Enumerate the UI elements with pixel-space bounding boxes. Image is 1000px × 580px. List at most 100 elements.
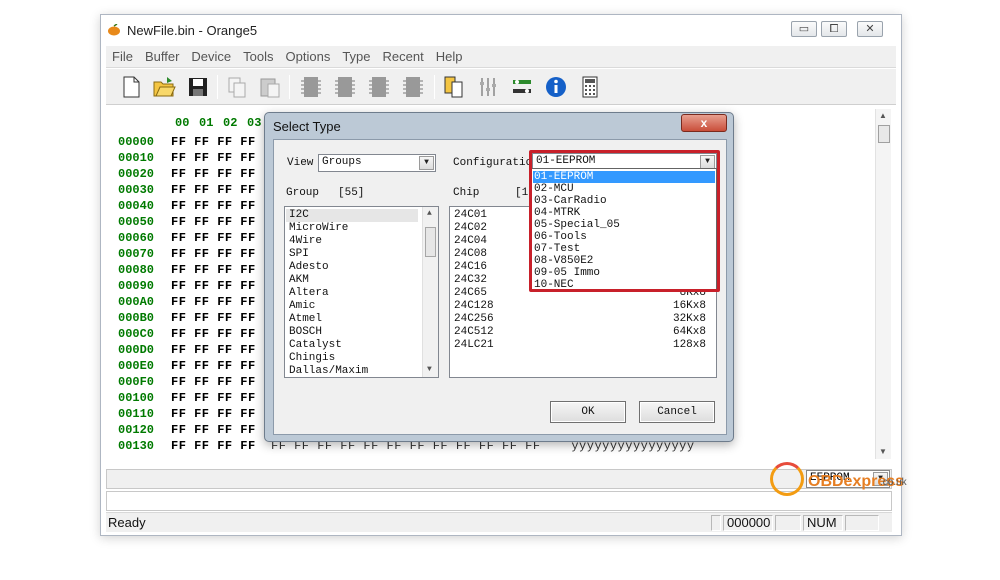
ok-button[interactable]: OK [550,401,626,423]
hex-row-bytes[interactable]: FF FF FF FF [171,359,256,373]
menu-recent[interactable]: Recent [377,46,430,64]
group-label: Group [286,187,320,199]
configuration-label: Configuratio [453,157,533,169]
chip-list-item[interactable]: 24C16 [454,261,487,274]
chip-list-item[interactable]: 24C04 [454,235,487,248]
menu-device[interactable]: Device [185,46,237,64]
menu-type[interactable]: Type [336,46,376,64]
paste-icon[interactable] [257,74,283,100]
group-list-item[interactable]: SPI [289,248,309,261]
hex-row-bytes[interactable]: FF FF FF FF [171,423,256,437]
hex-row-bytes[interactable]: FF FF FF FF [171,183,256,197]
chip-list-item[interactable]: 24C08 [454,248,487,261]
menu-file[interactable]: File [106,46,139,64]
hex-address: 00060 [118,231,155,245]
hex-address: 00070 [118,247,155,261]
obdexpress-logo-icon [770,462,804,496]
group-list-item[interactable]: Atmel [289,313,322,326]
group-list-item[interactable]: Catalyst [289,339,342,352]
group-list-item[interactable]: 4Wire [289,235,322,248]
hex-row-bytes[interactable]: FF FF FF FF [171,151,256,165]
hex-row-bytes[interactable]: FF FF FF FF [171,343,256,357]
menu-buffer[interactable]: Buffer [139,46,185,64]
chevron-down-icon[interactable]: ▼ [419,156,434,170]
group-list-item[interactable]: Adesto [289,261,329,274]
status-text: Ready [108,515,146,530]
hex-address: 00000 [118,135,155,149]
view-select[interactable]: Groups ▼ [318,154,436,172]
scroll-up-arrow[interactable]: ▲ [879,111,887,120]
vertical-scrollbar[interactable]: ▲ ▼ [875,109,891,459]
chip-list-item[interactable]: 24C01 [454,209,487,222]
hex-row-bytes[interactable]: FF FF FF FF [171,215,256,229]
scroll-thumb[interactable] [425,227,436,257]
group-list-item[interactable]: Chingis [289,352,335,365]
menu-tools[interactable]: Tools [237,46,279,64]
chip-label: Chip [453,187,480,199]
hex-row-bytes[interactable]: FF FF FF FF [171,199,256,213]
hex-row-bytes[interactable]: FF FF FF FF [171,167,256,181]
minimize-button[interactable]: ▭ [791,21,817,37]
group-list-item[interactable]: BOSCH [289,326,322,339]
chip-write-icon[interactable] [366,74,392,100]
copy-icon[interactable] [224,74,250,100]
status-offset: 000000 [723,515,773,531]
dialog-close-button[interactable]: x [681,114,727,132]
group-list-item[interactable]: Amic [289,300,315,313]
scroll-down-arrow[interactable]: ▼ [427,365,432,374]
hex-row-bytes[interactable]: FF FF FF FF [171,279,256,293]
cancel-button[interactable]: Cancel [639,401,715,423]
chip-list-item[interactable]: 24C32 [454,274,487,287]
group-list-item[interactable]: Dallas/Maxim [289,365,368,377]
group-list-item[interactable]: MicroWire [289,222,348,235]
watermark: OBDexpress .co.uk [770,462,920,498]
group-list-item[interactable]: Altera [289,287,329,300]
chip-verify-icon[interactable] [332,74,358,100]
hex-row-bytes[interactable]: FF FF FF FF [171,231,256,245]
chip-list-item[interactable]: 24C256 [454,313,494,326]
chip-list-item[interactable]: 24C128 [454,300,494,313]
maximize-button[interactable]: ⧠ [821,21,847,37]
calculator-icon[interactable] [577,74,603,100]
hex-row-bytes[interactable]: FF FF FF FF [171,311,256,325]
group-list-item[interactable]: I2C [286,209,418,222]
hex-address: 000E0 [118,359,155,373]
hex-row-bytes[interactable]: FF FF FF FF [171,375,256,389]
group-list-scrollbar[interactable]: ▲ ▼ [422,207,438,377]
hex-row-bytes[interactable]: FF FF FF FF [171,295,256,309]
save-icon[interactable] [185,74,211,100]
group-list[interactable]: I2C MicroWire 4Wire SPI Adesto AKM Altera Amic A… [284,206,439,378]
hex-address: 00050 [118,215,155,229]
hex-row-bytes[interactable]: FF FF FF FF [171,135,256,149]
hex-row-bytes[interactable]: FF FF FF FF [171,247,256,261]
new-file-icon[interactable] [118,74,144,100]
open-folder-icon[interactable] [151,74,177,100]
scroll-thumb[interactable] [878,125,890,143]
chip-read-icon[interactable] [298,74,324,100]
hex-address: 00080 [118,263,155,277]
chip-erase-icon[interactable] [400,74,426,100]
menu-help[interactable]: Help [430,46,469,64]
close-button[interactable]: ✕ [857,21,883,37]
hex-row-bytes[interactable]: FF FF FF FF [171,407,256,421]
hex-row-bytes[interactable]: FF FF FF FF [171,391,256,405]
scroll-down-arrow[interactable]: ▼ [879,447,887,456]
app-orange-icon [108,24,120,36]
hex-row-bytes[interactable]: FF FF FF FF [171,327,256,341]
chip-list-item[interactable]: 24C02 [454,222,487,235]
scroll-up-arrow[interactable]: ▲ [427,209,432,218]
device-icon[interactable] [441,74,467,100]
chip-list-item[interactable]: 24C65 [454,287,487,300]
adapter-icon[interactable] [509,74,535,100]
hex-row-bytes[interactable]: FF FF FF FF [171,439,256,453]
group-list-item[interactable]: AKM [289,274,309,287]
chip-list-item[interactable]: 24LC21 [454,339,494,352]
settings-icon[interactable] [475,74,501,100]
hex-column-header: 00 [175,116,190,130]
info-icon[interactable] [543,74,569,100]
menu-options[interactable]: Options [280,46,337,64]
hex-row-bytes[interactable]: FF FF FF FF [171,263,256,277]
status-panel [775,515,801,531]
dialog-title: Select Type [273,119,341,134]
chip-list-item[interactable]: 24C512 [454,326,494,339]
